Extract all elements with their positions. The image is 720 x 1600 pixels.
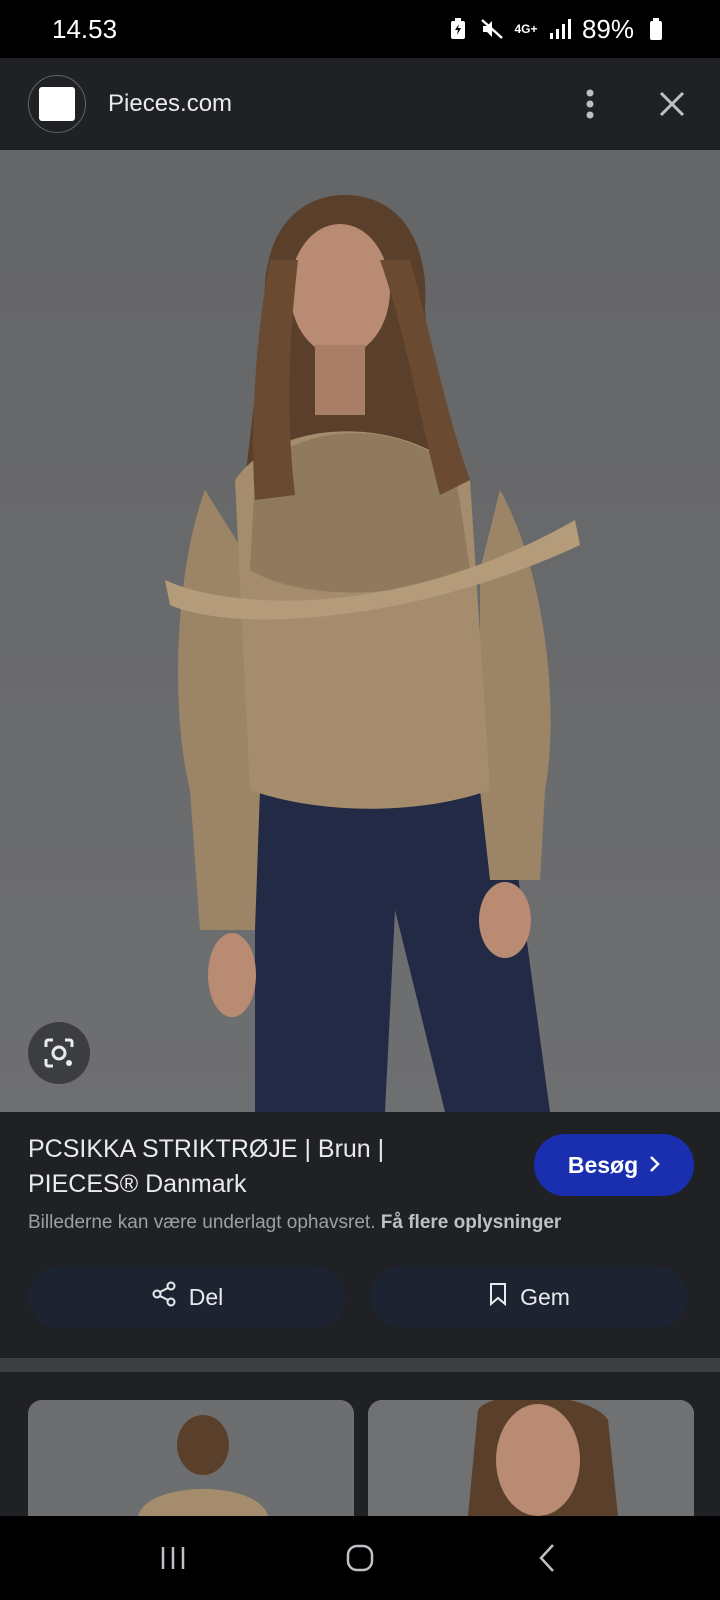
related-images	[0, 1372, 720, 1516]
share-button[interactable]: Del	[28, 1266, 346, 1328]
battery-saver-icon	[446, 17, 470, 41]
visit-button-label: Besøg	[567, 1151, 639, 1178]
close-icon[interactable]	[652, 84, 692, 124]
signal-icon	[548, 17, 572, 41]
copyright-text: Billederne kan være underlagt ophavsret.	[28, 1212, 376, 1233]
mute-icon	[480, 17, 504, 41]
status-icons: 4G+ 89%	[446, 14, 668, 45]
source-header: Pieces.com	[0, 58, 720, 150]
copyright-notice: Billederne kan være underlagt ophavsret.…	[28, 1212, 561, 1234]
related-image-thumbnail[interactable]	[368, 1400, 694, 1516]
site-name[interactable]: Pieces.com	[108, 90, 570, 118]
system-nav-bar	[0, 1516, 720, 1600]
recent-apps-icon[interactable]	[143, 1528, 203, 1588]
product-image[interactable]	[0, 150, 720, 1112]
home-icon[interactable]	[330, 1528, 390, 1588]
related-image-back-view	[28, 1400, 354, 1516]
bookmark-icon	[488, 1282, 508, 1312]
result-title[interactable]: PCSIKKA STRIKTRØJE | Brun | PIECES® Danm…	[28, 1132, 498, 1202]
status-time: 14.53	[52, 13, 118, 44]
chevron-right-icon	[648, 1152, 660, 1179]
model-illustration	[0, 150, 720, 1112]
result-info-panel: PCSIKKA STRIKTRØJE | Brun | PIECES® Danm…	[0, 1112, 720, 1358]
related-image-portrait	[368, 1400, 694, 1516]
more-vert-icon[interactable]	[570, 84, 610, 124]
status-bar: 14.53 4G+ 89%	[0, 0, 720, 58]
lens-icon[interactable]	[28, 1022, 90, 1084]
section-divider	[0, 1358, 720, 1372]
share-label: Del	[188, 1283, 224, 1310]
visit-button[interactable]: Besøg	[534, 1134, 694, 1196]
battery-percent: 89%	[581, 13, 634, 44]
more-info-link[interactable]: Få flere oplysninger	[381, 1212, 562, 1233]
back-icon[interactable]	[517, 1528, 577, 1588]
save-button[interactable]: Gem	[370, 1266, 688, 1328]
favicon-square	[39, 87, 75, 121]
save-label: Gem	[520, 1283, 570, 1310]
battery-icon	[644, 17, 668, 41]
related-image-thumbnail[interactable]	[28, 1400, 354, 1516]
network-type-label: 4G+	[514, 22, 538, 36]
share-icon	[151, 1281, 177, 1313]
site-favicon	[28, 75, 86, 133]
